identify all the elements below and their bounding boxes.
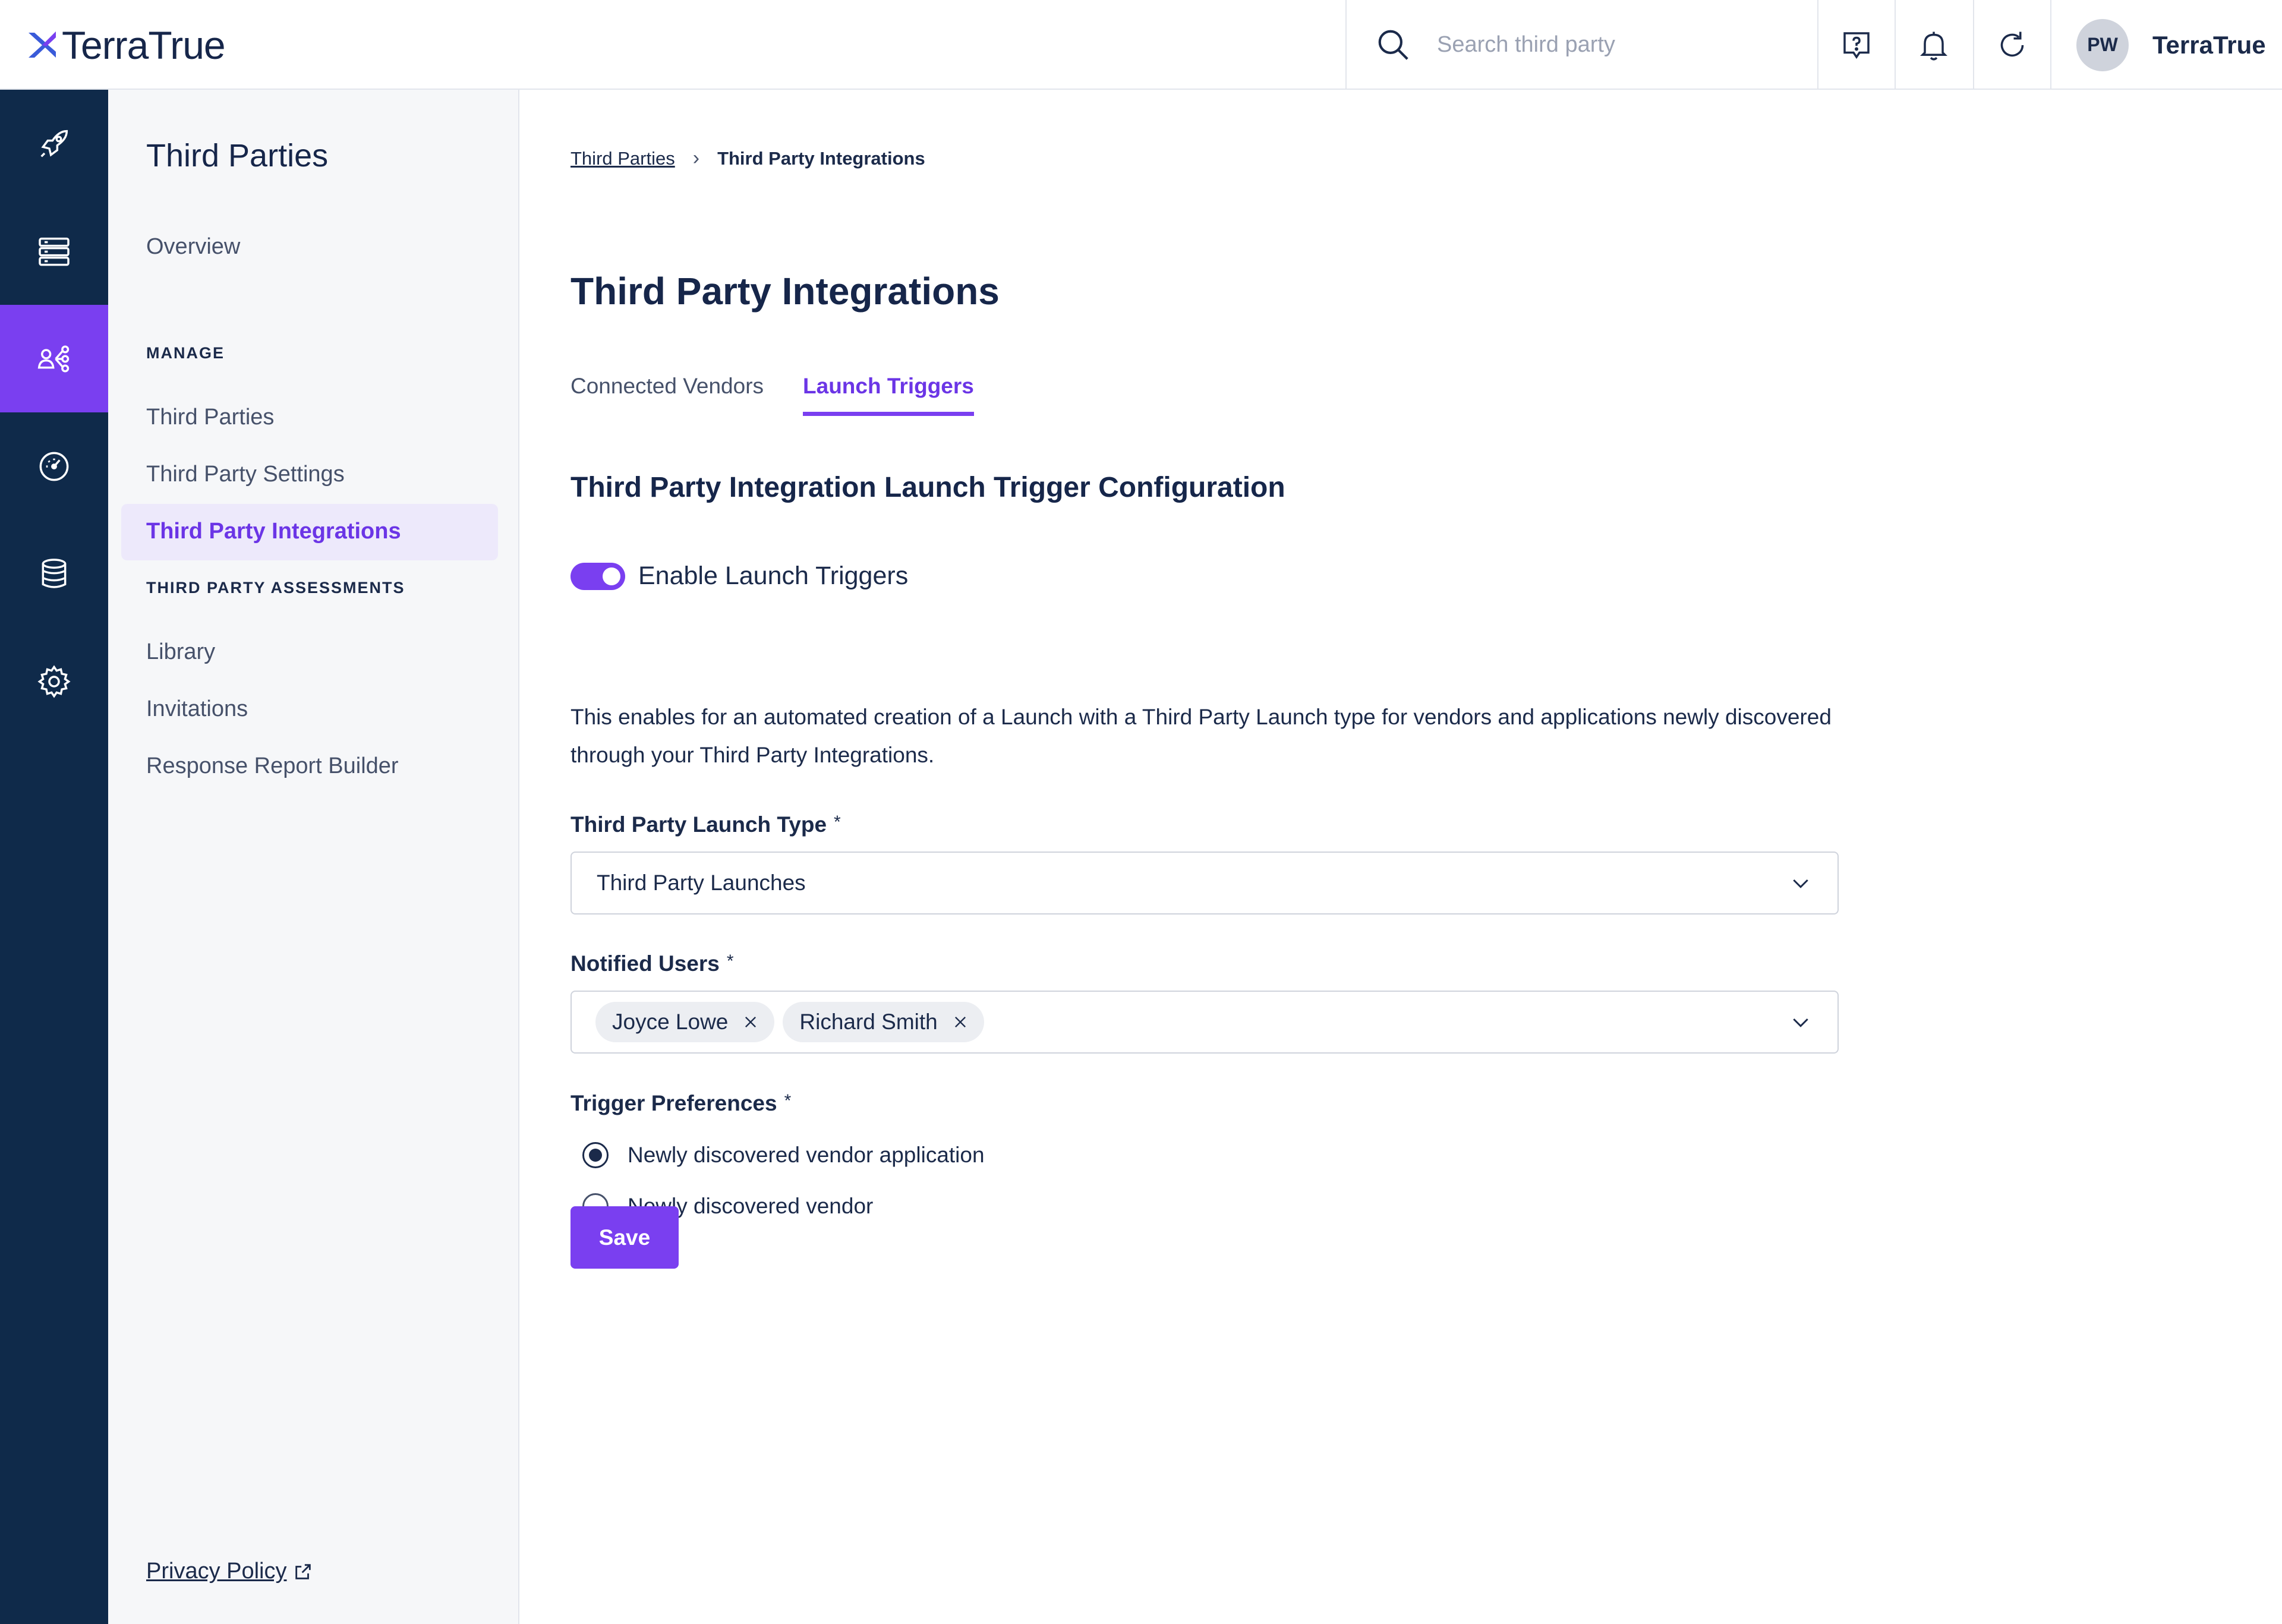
user-chip: Richard Smith bbox=[783, 1002, 984, 1042]
rail-item-data-inventory[interactable] bbox=[0, 520, 108, 627]
launch-type-label: Third Party Launch Type * bbox=[570, 812, 841, 837]
people-network-icon bbox=[37, 345, 70, 373]
launch-type-value: Third Party Launches bbox=[597, 871, 806, 895]
help-button[interactable] bbox=[1817, 0, 1895, 90]
rail-item-dashboard[interactable] bbox=[0, 412, 108, 520]
org-name: TerraTrue bbox=[2152, 30, 2266, 59]
terratrue-logo-icon bbox=[29, 31, 56, 58]
gear-icon bbox=[37, 664, 71, 698]
user-chips: Joyce Lowe Richard Smith bbox=[572, 1002, 1789, 1042]
external-link-icon bbox=[295, 1563, 311, 1579]
help-chat-icon bbox=[1843, 31, 1870, 59]
trigger-option-vendor-application[interactable]: Newly discovered vendor application bbox=[582, 1142, 985, 1168]
launch-type-select[interactable]: Third Party Launches bbox=[570, 852, 1839, 915]
bell-icon bbox=[1920, 31, 1947, 60]
close-icon[interactable] bbox=[742, 1014, 759, 1030]
notified-users-label: Notified Users * bbox=[570, 951, 734, 976]
enable-launch-triggers-toggle[interactable] bbox=[570, 562, 625, 590]
section-title: Third Party Integration Launch Trigger C… bbox=[570, 472, 1285, 503]
description-line-1: This enables for an automated creation o… bbox=[570, 705, 1832, 729]
notified-users-select[interactable]: Joyce Lowe Richard Smith bbox=[570, 991, 1839, 1054]
sidebar-item-response-report-builder[interactable]: Response Report Builder bbox=[146, 753, 399, 779]
main-content: Third Parties › Third Party Integrations… bbox=[519, 90, 2282, 1624]
notifications-button[interactable] bbox=[1895, 0, 1972, 90]
privacy-policy-label: Privacy Policy bbox=[146, 1559, 287, 1584]
rocket-icon bbox=[40, 130, 68, 157]
sidebar-item-overview[interactable]: Overview bbox=[146, 234, 240, 260]
rail-item-launches[interactable] bbox=[0, 90, 108, 197]
sidebar-item-third-party-integrations[interactable]: Third Party Integrations bbox=[146, 519, 401, 544]
sidebar-title: Third Parties bbox=[146, 138, 329, 174]
logo[interactable]: TerraTrue bbox=[25, 21, 226, 69]
avatar: PW bbox=[2076, 18, 2129, 71]
required-mark: * bbox=[834, 812, 841, 832]
rail-item-settings[interactable] bbox=[0, 627, 108, 735]
logo-text: TerraTrue bbox=[62, 23, 226, 67]
description-line-2: through your Third Party Integrations. bbox=[570, 743, 935, 767]
rail-item-data-map[interactable] bbox=[0, 197, 108, 305]
section-sidebar: Third Parties Overview MANAGE Third Part… bbox=[108, 90, 519, 1624]
required-mark: * bbox=[784, 1091, 792, 1111]
sidebar-item-third-party-settings[interactable]: Third Party Settings bbox=[146, 462, 345, 487]
chevron-down-icon bbox=[1793, 1018, 1808, 1027]
close-icon[interactable] bbox=[952, 1014, 969, 1030]
enable-launch-triggers-row: Enable Launch Triggers bbox=[570, 562, 908, 591]
icon-rail bbox=[0, 90, 108, 1624]
tab-connected-vendors[interactable]: Connected Vendors bbox=[570, 374, 764, 416]
breadcrumb: Third Parties › Third Party Integrations bbox=[570, 147, 925, 170]
search-bar[interactable] bbox=[1345, 0, 1817, 90]
radio-button-checked[interactable] bbox=[582, 1142, 609, 1168]
user-chip-label: Richard Smith bbox=[799, 1010, 938, 1034]
sidebar-item-third-parties[interactable]: Third Parties bbox=[146, 405, 274, 430]
notified-users-label-text: Notified Users bbox=[570, 951, 720, 976]
radio-label: Newly discovered vendor application bbox=[628, 1143, 985, 1167]
search-icon bbox=[1378, 30, 1408, 60]
app-root: TerraTrue Search third party PW TerraTru… bbox=[0, 0, 2282, 1624]
sidebar-item-library[interactable]: Library bbox=[146, 639, 215, 665]
page-title: Third Party Integrations bbox=[570, 270, 1000, 313]
search-input[interactable] bbox=[1437, 32, 1770, 58]
refresh-icon bbox=[2000, 31, 2024, 56]
user-menu[interactable]: PW TerraTrue bbox=[2050, 0, 2282, 90]
sidebar-heading-assessments: THIRD PARTY ASSESSMENTS bbox=[146, 579, 405, 597]
rail-item-third-parties[interactable] bbox=[0, 305, 108, 412]
tab-launch-triggers[interactable]: Launch Triggers bbox=[803, 374, 974, 416]
gauge-icon bbox=[39, 452, 69, 481]
breadcrumb-current: Third Party Integrations bbox=[717, 147, 925, 169]
required-mark: * bbox=[726, 951, 734, 971]
server-stack-icon bbox=[39, 237, 70, 266]
refresh-button[interactable] bbox=[1973, 0, 2050, 90]
sidebar-item-invitations[interactable]: Invitations bbox=[146, 696, 248, 722]
user-chip: Joyce Lowe bbox=[595, 1002, 775, 1042]
chevron-down-icon bbox=[1793, 879, 1808, 888]
top-header: TerraTrue Search third party PW TerraTru… bbox=[0, 0, 2282, 90]
toggle-label: Enable Launch Triggers bbox=[638, 562, 909, 590]
trigger-preferences-label: Trigger Preferences * bbox=[570, 1091, 791, 1116]
launch-type-label-text: Third Party Launch Type bbox=[570, 812, 827, 837]
breadcrumb-separator: › bbox=[692, 147, 700, 169]
tab-bar: Connected Vendors Launch Triggers bbox=[570, 374, 1013, 416]
save-button[interactable]: Save bbox=[570, 1206, 679, 1269]
breadcrumb-third-parties[interactable]: Third Parties bbox=[570, 148, 675, 169]
user-chip-label: Joyce Lowe bbox=[612, 1010, 729, 1034]
sidebar-heading-manage: MANAGE bbox=[146, 344, 225, 362]
description: This enables for an automated creation o… bbox=[570, 698, 1842, 774]
trigger-preferences-label-text: Trigger Preferences bbox=[570, 1091, 777, 1115]
database-icon bbox=[42, 558, 67, 588]
privacy-policy-link[interactable]: Privacy Policy bbox=[146, 1559, 313, 1584]
